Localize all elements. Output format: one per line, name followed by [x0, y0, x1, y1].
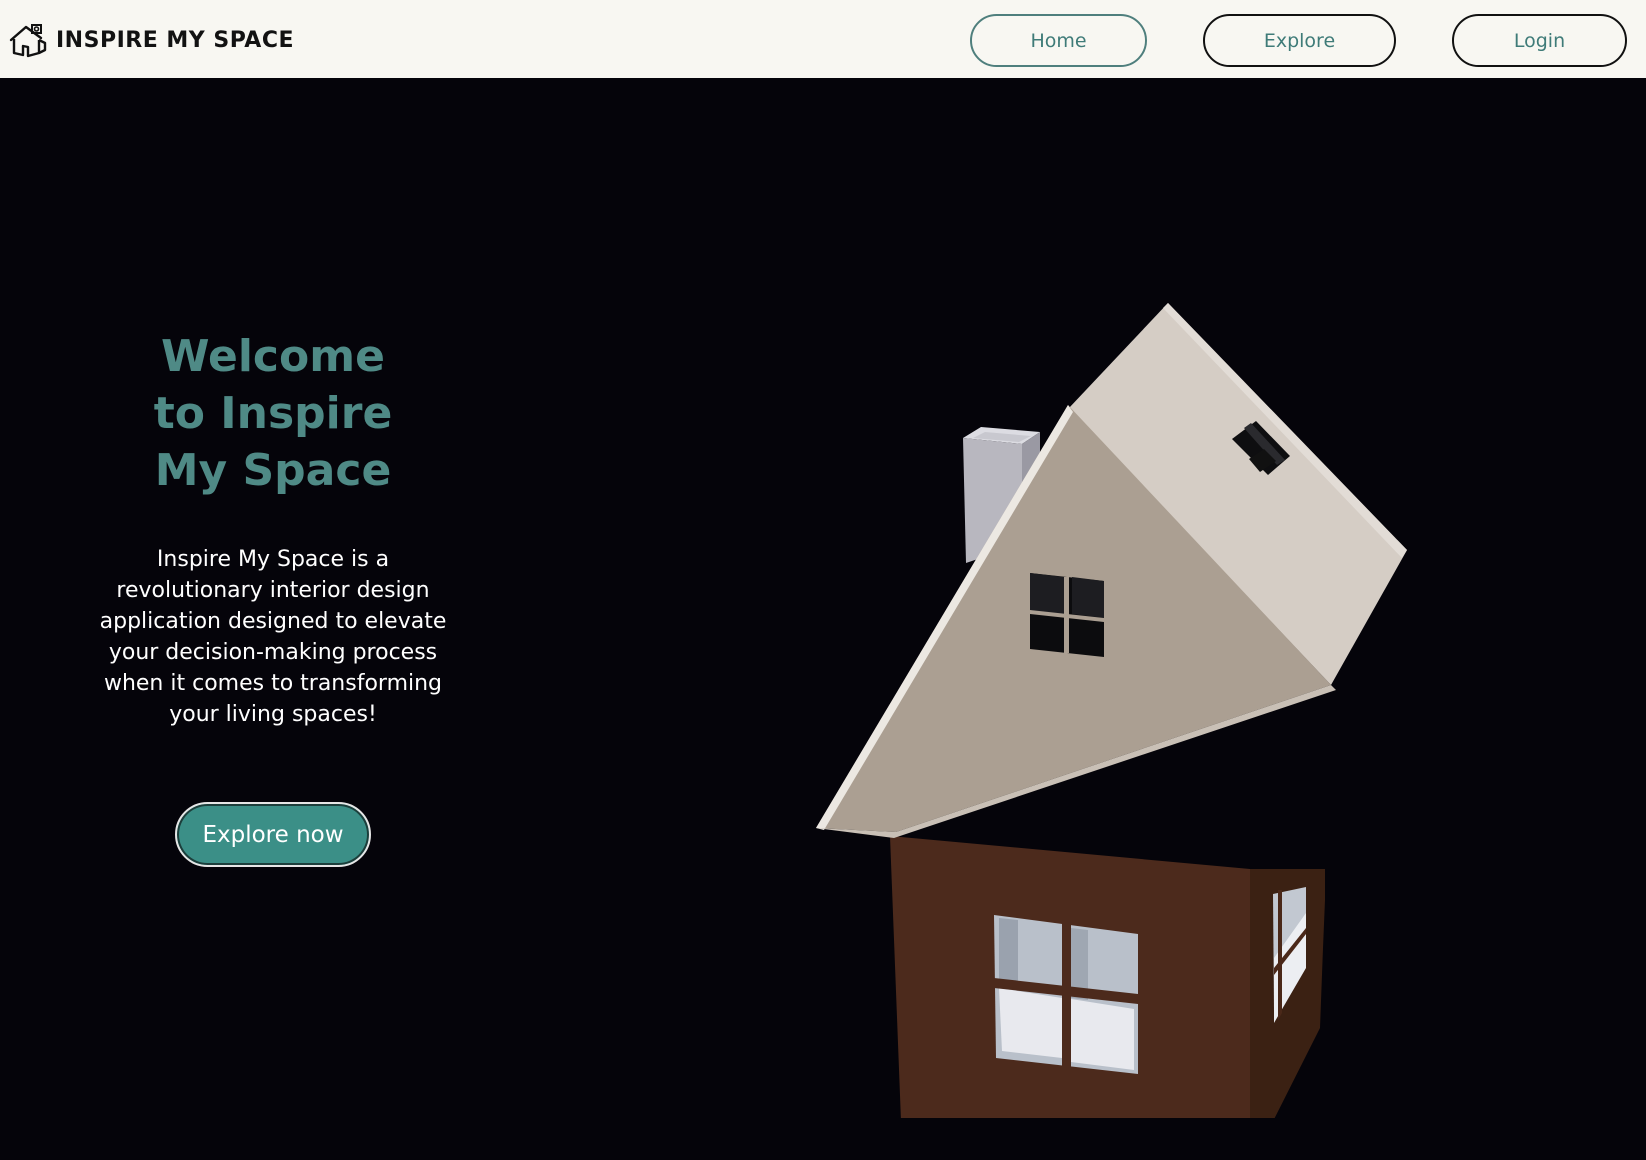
- hero-title-line: to Inspire: [153, 388, 393, 439]
- nav-home-button[interactable]: Home: [970, 14, 1147, 67]
- hero-description: Inspire My Space is a revolutionary inte…: [99, 547, 447, 727]
- explore-now-button[interactable]: Explore now: [175, 802, 371, 867]
- brand[interactable]: INSPIRE MY SPACE: [8, 20, 294, 60]
- house-logo-icon: [9, 24, 47, 58]
- hero-title-line: My Space: [154, 445, 392, 496]
- brand-name: INSPIRE MY SPACE: [56, 27, 295, 53]
- hero-title: Welcome to Inspire My Space: [60, 328, 486, 499]
- nav-explore-button[interactable]: Explore: [1203, 14, 1396, 67]
- nav-login-button[interactable]: Login: [1452, 14, 1627, 67]
- top-navbar: INSPIRE MY SPACE Home Explore Login: [0, 0, 1646, 78]
- front-window: [994, 915, 1138, 1074]
- hero-title-line: Welcome: [161, 331, 385, 382]
- gable-window: [1030, 573, 1104, 657]
- hero-section: Welcome to Inspire My Space Inspire My S…: [0, 78, 1646, 1160]
- house-3d-illustration[interactable]: [790, 278, 1430, 1118]
